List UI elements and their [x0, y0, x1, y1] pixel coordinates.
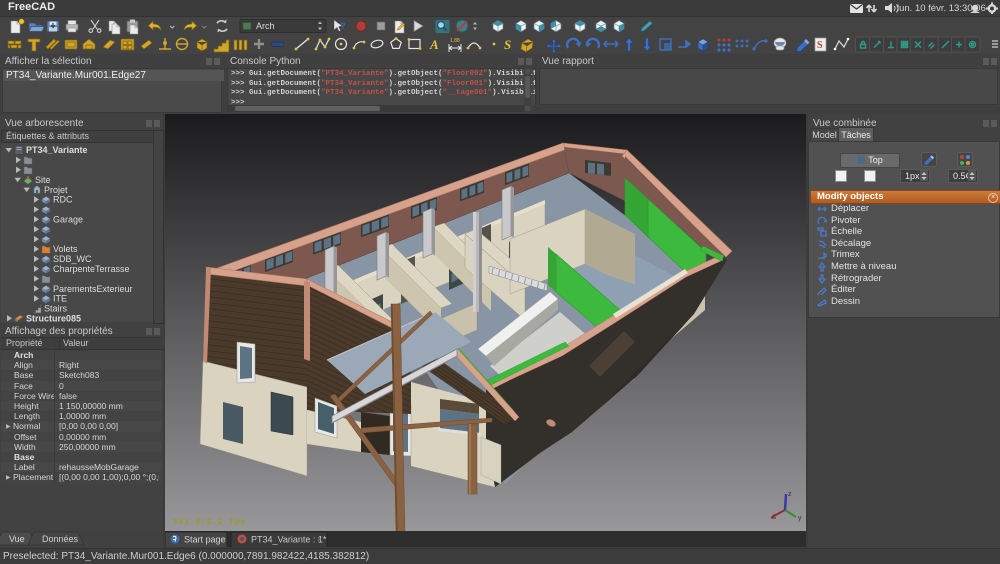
svg-text:Garage: Garage: [53, 215, 83, 225]
svg-text:Start page: Start page: [184, 535, 226, 545]
svg-text:PT34_Variante: PT34_Variante: [26, 145, 88, 155]
svg-text:A: A: [429, 37, 439, 52]
svg-text:Données: Données: [42, 534, 79, 544]
svg-text:Vue: Vue: [9, 534, 25, 544]
svg-text:S: S: [817, 40, 823, 51]
svg-text:Structure085: Structure085: [26, 314, 81, 323]
svg-text:181.0/3.2 fps: 181.0/3.2 fps: [173, 517, 246, 527]
svg-text:SDB_WC: SDB_WC: [53, 254, 92, 264]
svg-text:Stairs: Stairs: [44, 304, 68, 314]
svg-text:Site: Site: [35, 175, 51, 185]
svg-text:×: ×: [221, 535, 226, 545]
svg-text:?: ?: [340, 21, 346, 31]
svg-text:ITE: ITE: [53, 294, 67, 304]
svg-text:S: S: [504, 37, 511, 52]
svg-text:Volets: Volets: [53, 244, 78, 254]
svg-text:Arch: Arch: [256, 21, 275, 31]
svg-text:Projet: Projet: [44, 185, 68, 195]
svg-text:ParementsExterieur: ParementsExterieur: [53, 284, 133, 294]
svg-text:×: ×: [317, 535, 322, 545]
svg-text:z: z: [788, 491, 792, 498]
svg-text:CharpenteTerrasse: CharpenteTerrasse: [53, 264, 130, 274]
svg-text:PT34_Variante : 1*: PT34_Variante : 1*: [251, 535, 327, 545]
svg-text:RDC: RDC: [53, 195, 73, 205]
svg-text:1.88: 1.88: [450, 38, 460, 44]
svg-text:y: y: [798, 515, 802, 522]
